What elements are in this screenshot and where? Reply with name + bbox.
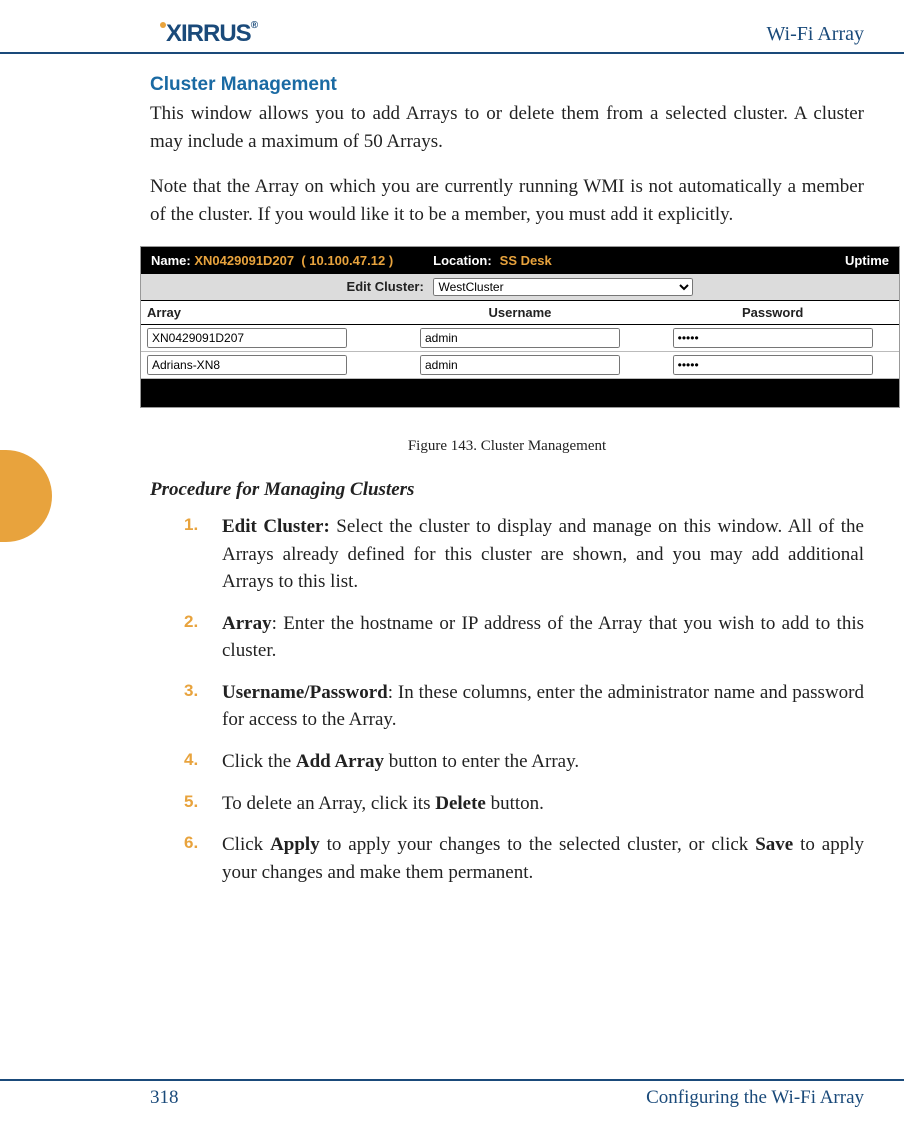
step-bold-2: Save	[755, 834, 793, 855]
ss-status-bar: Name: XN0429091D207 ( 10.100.47.12 ) Loc…	[141, 247, 899, 274]
ss-name-value: XN0429091D207	[194, 253, 294, 268]
step-text: : Enter the hostname or IP address of th…	[222, 613, 864, 662]
list-item: 6. Click Apply to apply your changes to …	[184, 831, 864, 886]
step-bold: Add Array	[296, 751, 384, 772]
footer-section: Configuring the Wi-Fi Array	[646, 1087, 864, 1109]
ss-edit-cluster-select[interactable]: WestCluster	[433, 278, 693, 296]
array-input[interactable]	[147, 328, 347, 348]
username-input[interactable]	[420, 355, 620, 375]
step-bold: Username/Password	[222, 682, 388, 703]
col-password: Password	[646, 301, 899, 325]
procedure-heading: Procedure for Managing Clusters	[150, 479, 864, 501]
step-bold: Apply	[270, 834, 320, 855]
step-pre: Click the	[222, 751, 296, 772]
ss-location-value: SS Desk	[500, 253, 552, 268]
ss-edit-cluster-label: Edit Cluster:	[347, 279, 424, 294]
list-item: 3. Username/Password: In these columns, …	[184, 679, 864, 734]
step-pre: Click	[222, 834, 270, 855]
doc-title: Wi-Fi Array	[766, 23, 864, 46]
procedure-list: 1. Edit Cluster: Select the cluster to d…	[184, 513, 864, 886]
step-number: 1.	[184, 513, 198, 538]
step-text: button.	[486, 793, 544, 814]
ss-location-label: Location:	[433, 253, 492, 268]
page-header: XIRRUS® Wi-Fi Array	[0, 20, 904, 54]
ss-name-ip: ( 10.100.47.12 )	[301, 253, 393, 268]
list-item: 2. Array: Enter the hostname or IP addre…	[184, 610, 864, 665]
list-item: 5. To delete an Array, click its Delete …	[184, 790, 864, 818]
username-input[interactable]	[420, 328, 620, 348]
list-item: 4. Click the Add Array button to enter t…	[184, 748, 864, 776]
step-mid: to apply your changes to the selected cl…	[320, 834, 755, 855]
step-bold: Array	[222, 613, 272, 634]
intro-para-1: This window allows you to add Arrays to …	[150, 100, 864, 155]
password-input[interactable]	[673, 355, 873, 375]
step-pre: To delete an Array, click its	[222, 793, 435, 814]
figure-caption: Figure 143. Cluster Management	[150, 438, 864, 455]
table-row	[141, 325, 899, 352]
step-number: 6.	[184, 831, 198, 856]
table-row	[141, 352, 899, 379]
step-text: button to enter the Array.	[384, 751, 579, 772]
logo: XIRRUS®	[160, 20, 257, 48]
step-bold: Edit Cluster:	[222, 516, 330, 537]
intro-para-2: Note that the Array on which you are cur…	[150, 173, 864, 228]
page-number: 318	[150, 1087, 179, 1109]
list-item: 1. Edit Cluster: Select the cluster to d…	[184, 513, 864, 596]
step-number: 3.	[184, 679, 198, 704]
section-title: Cluster Management	[150, 74, 864, 96]
col-array: Array	[141, 301, 394, 325]
col-username: Username	[394, 301, 647, 325]
step-number: 4.	[184, 748, 198, 773]
step-bold: Delete	[435, 793, 486, 814]
step-number: 2.	[184, 610, 198, 635]
ss-bottom-bar	[141, 379, 899, 407]
password-input[interactable]	[673, 328, 873, 348]
ss-uptime-label: Uptime	[845, 253, 889, 268]
array-input[interactable]	[147, 355, 347, 375]
figure-screenshot: Name: XN0429091D207 ( 10.100.47.12 ) Loc…	[140, 246, 864, 408]
page-footer: 318 Configuring the Wi-Fi Array	[0, 1079, 904, 1109]
step-number: 5.	[184, 790, 198, 815]
ss-name-label: Name:	[151, 253, 191, 268]
logo-text: XIRRUS	[166, 20, 251, 47]
